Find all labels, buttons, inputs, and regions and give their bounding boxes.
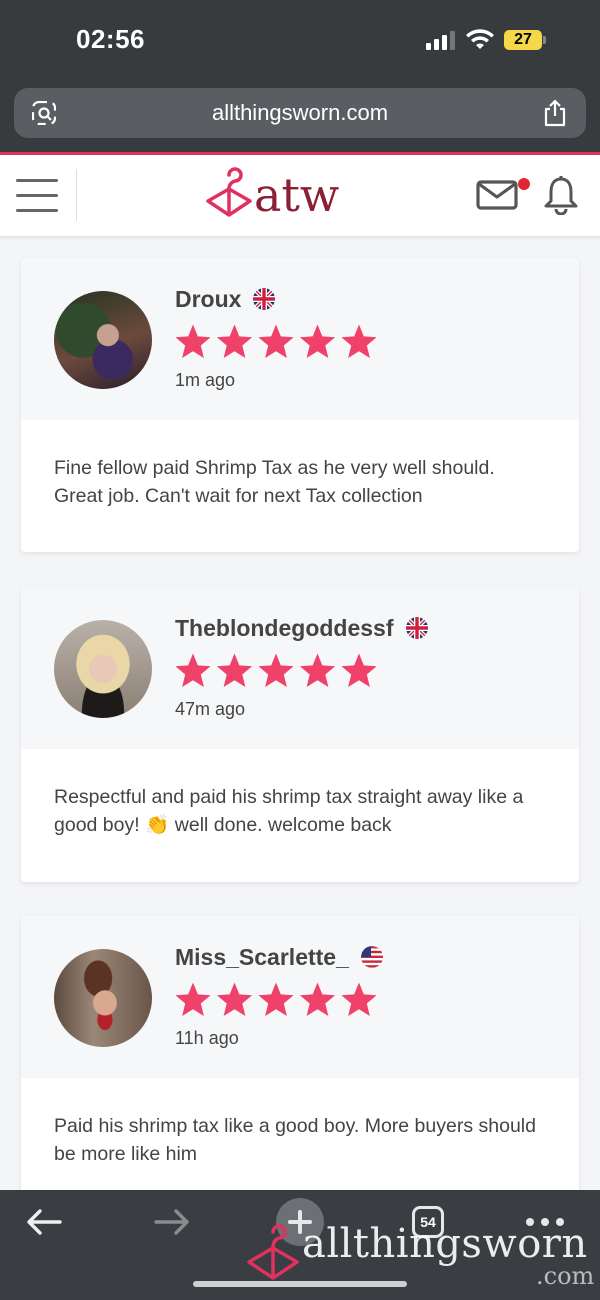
- review-header: Droux 1m ago: [21, 258, 579, 420]
- battery-cap: [543, 36, 546, 44]
- uk-flag-icon: [405, 617, 428, 639]
- username[interactable]: Miss_Scarlette_: [175, 944, 349, 971]
- username-row: Theblondegoddessf: [175, 613, 428, 643]
- avatar[interactable]: [54, 620, 152, 718]
- logo-text: atw: [254, 168, 340, 222]
- star-icon: [258, 982, 294, 1016]
- review-card: Theblondegoddessf 47m ago Respectful and…: [21, 587, 579, 882]
- mail-icon[interactable]: [476, 179, 518, 211]
- avatar[interactable]: [54, 949, 152, 1047]
- uk-flag-icon: [253, 288, 276, 310]
- star-icon: [258, 324, 294, 358]
- bell-icon[interactable]: [542, 175, 580, 215]
- us-flag-icon: [360, 946, 383, 968]
- watermark-text: allthingsworn: [302, 1221, 588, 1267]
- site-header: atw: [0, 155, 600, 237]
- browser-chrome: 02:56 27 allthingsworn.com: [0, 0, 600, 152]
- review-header: Miss_Scarlette_ 11h ago: [21, 916, 579, 1078]
- review-card: Miss_Scarlette_ 11h ago Paid his shrimp …: [21, 916, 579, 1216]
- review-text: Respectful and paid his shrimp tax strai…: [54, 786, 524, 836]
- forward-arrow-icon[interactable]: [154, 1208, 190, 1236]
- status-time: 02:56: [76, 24, 145, 54]
- rating-stars: [175, 653, 377, 687]
- menu-icon[interactable]: [16, 177, 60, 213]
- username[interactable]: Droux: [175, 286, 241, 313]
- star-icon: [175, 324, 211, 358]
- star-icon: [341, 982, 377, 1016]
- star-icon: [258, 653, 294, 687]
- username-row: Droux: [175, 284, 276, 314]
- star-icon: [216, 324, 253, 358]
- username[interactable]: Theblondegoddessf: [175, 615, 394, 642]
- url-text[interactable]: allthingsworn.com: [14, 88, 586, 138]
- review-time: 11h ago: [175, 1028, 239, 1048]
- review-time: 1m ago: [175, 370, 236, 390]
- star-icon: [216, 982, 253, 1016]
- star-icon: [175, 982, 211, 1016]
- review-time: 47m ago: [175, 699, 246, 719]
- review-header: Theblondegoddessf 47m ago: [21, 587, 579, 749]
- wifi-icon: [466, 29, 494, 49]
- star-icon: [216, 653, 253, 687]
- watermark: allthingsworn .com: [244, 1220, 594, 1290]
- rating-stars: [175, 982, 377, 1016]
- back-arrow-icon[interactable]: [26, 1208, 62, 1236]
- star-icon: [299, 653, 336, 687]
- unread-dot: [518, 178, 530, 190]
- header-divider: [76, 169, 77, 221]
- home-indicator: [193, 1281, 407, 1287]
- address-bar[interactable]: allthingsworn.com: [14, 88, 586, 138]
- hanger-icon: [206, 167, 252, 217]
- hanger-icon: [247, 1224, 299, 1280]
- signal-icon: [426, 30, 456, 50]
- rating-stars: [175, 324, 377, 358]
- username-row: Miss_Scarlette_: [175, 942, 383, 972]
- review-text: Fine fellow paid Shrimp Tax as he very w…: [54, 457, 495, 507]
- star-icon: [341, 653, 377, 687]
- avatar[interactable]: [54, 291, 152, 389]
- share-icon[interactable]: [542, 99, 568, 127]
- review-card: Droux 1m ago Fine fellow paid Shrimp Tax…: [21, 258, 579, 552]
- star-icon: [299, 324, 336, 358]
- battery-indicator: 27: [504, 30, 542, 50]
- site-logo[interactable]: atw: [204, 167, 354, 223]
- star-icon: [175, 653, 211, 687]
- review-text: Paid his shrimp tax like a good boy. Mor…: [54, 1115, 536, 1165]
- watermark-suffix: .com: [536, 1262, 595, 1290]
- star-icon: [299, 982, 336, 1016]
- star-icon: [341, 324, 377, 358]
